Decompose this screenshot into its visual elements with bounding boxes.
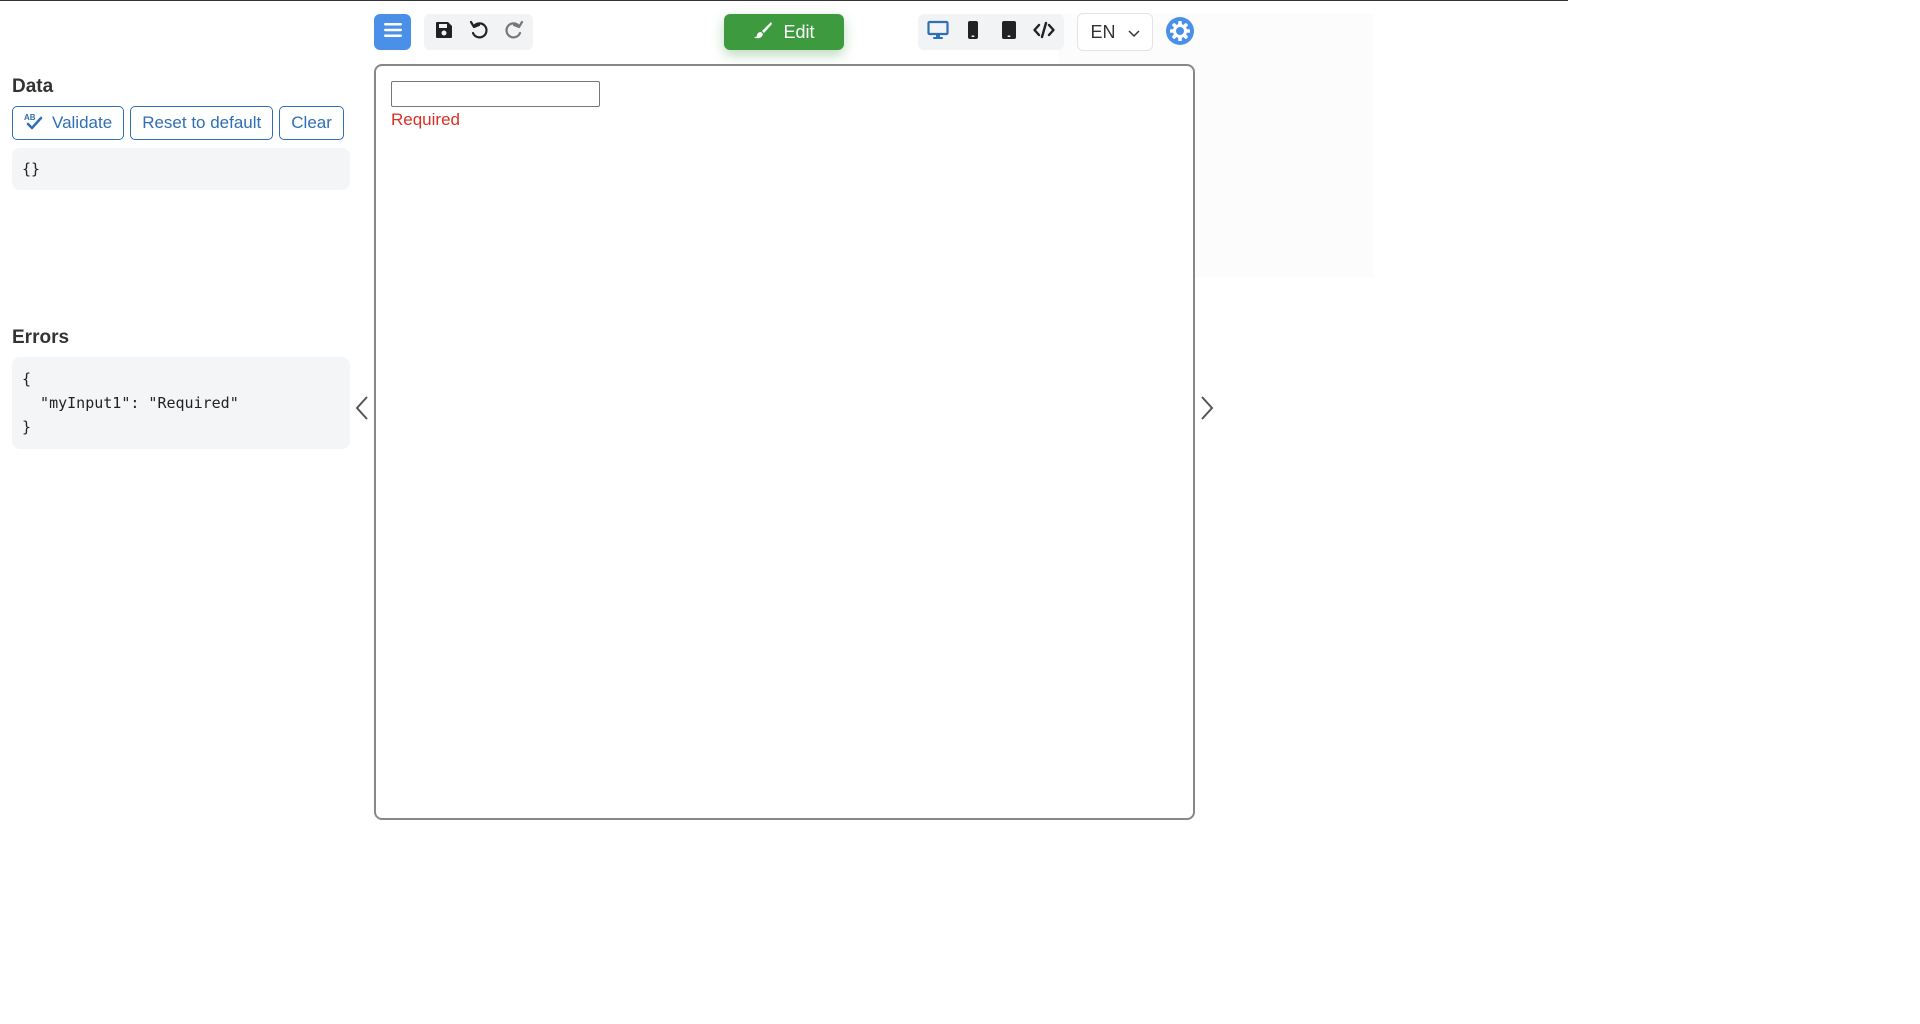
desktop-view-button[interactable] [923,17,953,47]
gear-icon [1165,16,1195,51]
next-arrow[interactable] [1197,395,1217,426]
previous-arrow[interactable] [352,395,372,426]
code-view-button[interactable] [1029,17,1059,47]
mobile-view-button[interactable] [958,17,988,47]
mobile-icon [967,20,979,45]
spellcheck-icon: AB [24,112,44,135]
menu-button[interactable] [374,14,411,50]
edit-button[interactable]: Edit [724,14,844,50]
chevron-down-icon [1127,22,1140,43]
language-value: EN [1090,21,1116,42]
undo-button[interactable] [464,17,494,47]
settings-button[interactable] [1164,16,1196,51]
data-actions: AB Validate Reset to default Clear [12,106,350,140]
tablet-view-button[interactable] [994,17,1024,47]
data-json-viewer: {} [12,148,350,190]
errors-title: Errors [12,327,70,348]
clear-button[interactable]: Clear [279,106,344,140]
validate-button[interactable]: AB Validate [12,106,125,140]
hamburger-icon [383,22,402,43]
language-select[interactable]: EN [1077,13,1153,51]
chevron-right-icon [1200,395,1214,426]
paintbrush-icon [753,21,773,44]
chevron-left-icon [355,395,369,426]
errors-json-viewer: { "myInput1": "Required" } [12,357,350,449]
errors-panel: Errors { "myInput1": "Required" } [12,327,350,449]
device-toolbar [918,14,1064,50]
validate-label: Validate [52,113,113,132]
redo-button[interactable] [499,17,529,47]
field-error-message: Required [391,110,460,129]
save-icon [435,21,453,44]
redo-icon [504,20,524,45]
edit-label: Edit [783,21,815,42]
data-panel: Data AB Validate Reset to default Clear … [12,76,350,190]
my-input-1-field[interactable] [391,81,600,107]
desktop-icon [927,20,949,45]
history-toolbar [424,14,533,50]
svg-text:AB: AB [24,113,36,122]
tablet-icon [1001,20,1017,45]
data-title: Data [12,76,54,97]
undo-icon [469,20,489,45]
code-icon [1033,21,1055,44]
save-button[interactable] [429,17,459,47]
window-top-border [0,0,1568,1]
reset-to-default-button[interactable]: Reset to default [130,106,274,140]
form-canvas: Required [374,64,1195,820]
